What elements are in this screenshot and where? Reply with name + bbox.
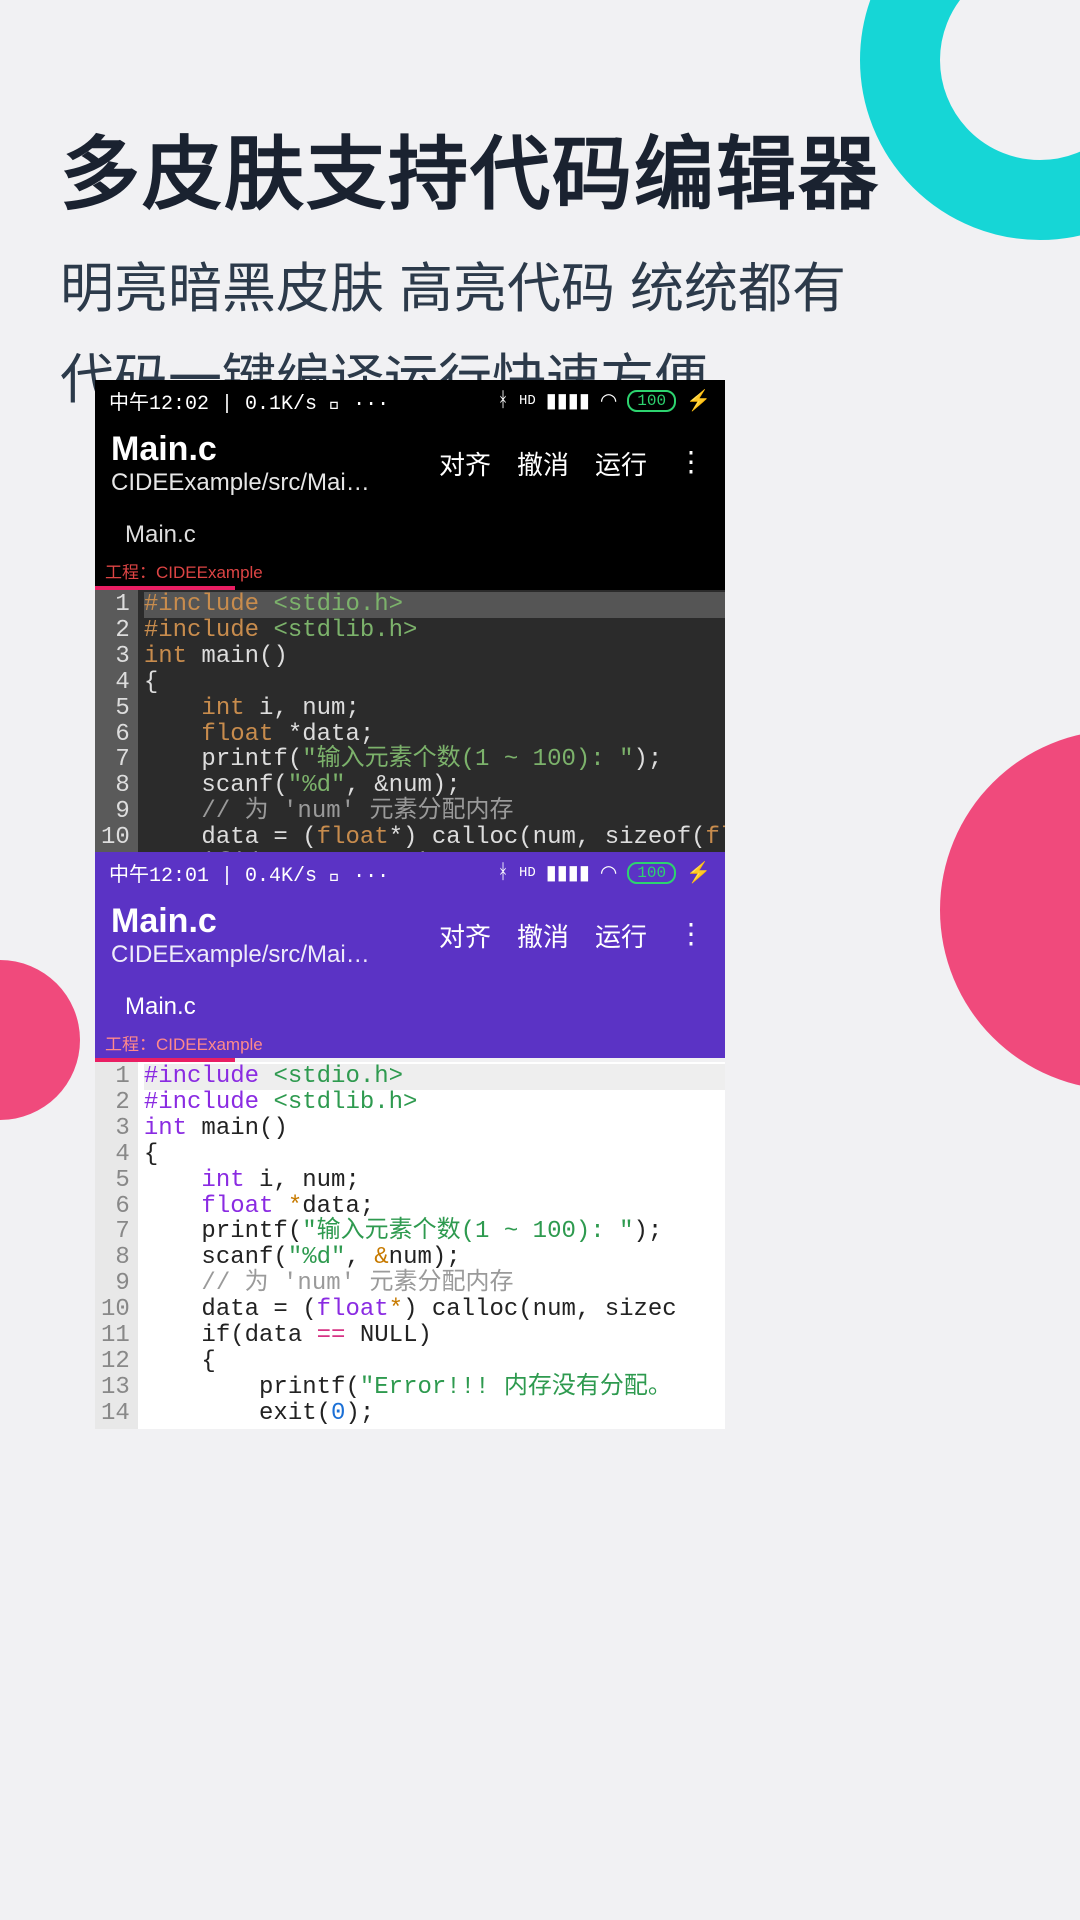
status-bar: 中午12:02 | 0.1K/s ⃠ ··· ᚼ HD ▮▮▮▮ ◠ 100 ⚡ — [95, 380, 725, 422]
screenshot-dark-theme: 中午12:02 | 0.1K/s ⃠ ··· ᚼ HD ▮▮▮▮ ◠ 100 ⚡… — [95, 380, 725, 852]
charging-icon: ⚡ — [686, 388, 711, 414]
align-button[interactable]: 对齐 — [439, 445, 491, 482]
decoration-pink-circle — [940, 730, 1080, 1090]
project-label: 工程：CIDEExample — [95, 555, 725, 586]
charging-icon: ⚡ — [686, 860, 711, 886]
hero-subtitle-1: 明亮暗黑皮肤 高亮代码 统统都有 — [60, 244, 880, 323]
hd-icon: HD — [519, 393, 536, 409]
decoration-pink-circle-small — [0, 960, 80, 1120]
hd-icon: HD — [519, 865, 536, 881]
run-button[interactable]: 运行 — [595, 917, 647, 954]
hero-title: 多皮肤支持代码编辑器 — [60, 110, 880, 226]
run-button[interactable]: 运行 — [595, 445, 647, 482]
app-bar: Main.c CIDEExample/src/Mai… 对齐 撤消 运行 ⋮ — [95, 894, 725, 979]
align-button[interactable]: 对齐 — [439, 917, 491, 954]
undo-button[interactable]: 撤消 — [517, 917, 569, 954]
tab-mainc[interactable]: Main.c — [105, 987, 216, 1027]
wifi-icon: ◠ — [600, 860, 617, 886]
more-icon: ··· — [353, 393, 389, 416]
status-bar: 中午12:01 | 0.4K/s ⃠ ··· ᚼ HD ▮▮▮▮ ◠ 100 ⚡ — [95, 852, 725, 894]
undo-button[interactable]: 撤消 — [517, 445, 569, 482]
screenshot-light-theme: 中午12:01 | 0.4K/s ⃠ ··· ᚼ HD ▮▮▮▮ ◠ 100 ⚡… — [95, 852, 725, 1442]
project-label: 工程：CIDEExample — [95, 1027, 725, 1058]
tab-bar: Main.c — [95, 979, 725, 1027]
overflow-menu-icon[interactable]: ⋮ — [673, 917, 709, 954]
file-title: Main.c — [111, 902, 439, 941]
signal-icon: ▮▮▮▮ — [546, 388, 590, 414]
more-icon: ··· — [353, 865, 389, 888]
app-bar: Main.c CIDEExample/src/Mai… 对齐 撤消 运行 ⋮ — [95, 422, 725, 507]
code-editor[interactable]: 123 456 789 101112 1314 #include <stdio.… — [95, 1062, 725, 1429]
line-gutter: 123 456 789 101112 1314 — [95, 1062, 138, 1429]
code-content[interactable]: #include <stdio.h> #include <stdlib.h> i… — [138, 590, 725, 852]
battery-indicator: 100 — [627, 862, 676, 884]
signal-icon: ▮▮▮▮ — [546, 860, 590, 886]
code-editor[interactable]: 123 456 789 101112 #include <stdio.h> #i… — [95, 590, 725, 852]
bluetooth-icon: ᚼ — [497, 862, 509, 885]
code-content[interactable]: #include <stdio.h> #include <stdlib.h> i… — [138, 1062, 725, 1429]
decoration-cyan-ring — [860, 0, 1080, 240]
battery-indicator: 100 — [627, 390, 676, 412]
status-left: 中午12:02 | 0.1K/s ⃠ ··· — [109, 386, 389, 416]
file-path: CIDEExample/src/Mai… — [111, 469, 439, 497]
file-title: Main.c — [111, 430, 439, 469]
tab-bar: Main.c — [95, 507, 725, 555]
file-path: CIDEExample/src/Mai… — [111, 941, 439, 969]
wifi-icon: ◠ — [600, 388, 617, 414]
bluetooth-icon: ᚼ — [497, 390, 509, 413]
status-left: 中午12:01 | 0.4K/s ⃠ ··· — [109, 858, 389, 888]
overflow-menu-icon[interactable]: ⋮ — [673, 445, 709, 482]
line-gutter: 123 456 789 101112 — [95, 590, 138, 852]
tab-mainc[interactable]: Main.c — [105, 515, 216, 555]
